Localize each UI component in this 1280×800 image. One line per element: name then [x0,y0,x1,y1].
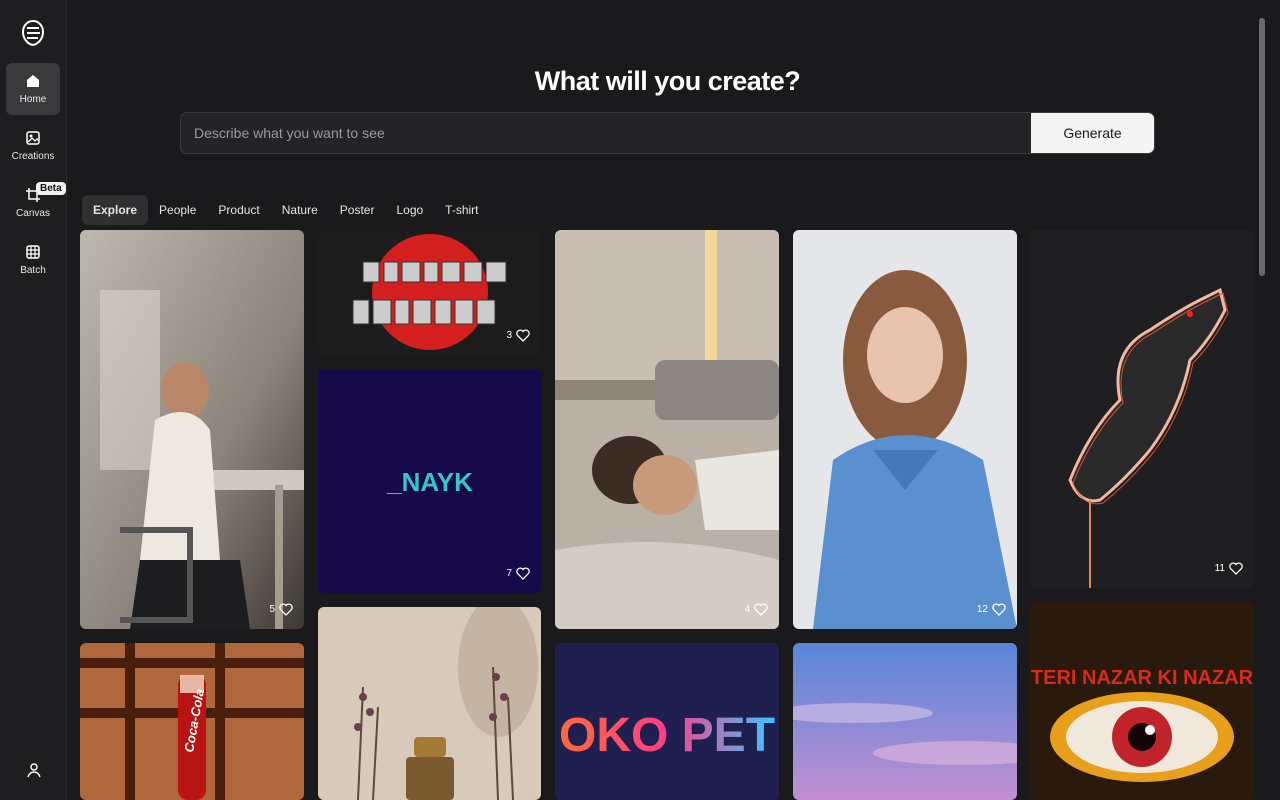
card-image: _NAYK [318,369,541,593]
sidebar-item-label: Canvas [16,208,50,219]
beta-badge: Beta [36,182,66,195]
heart-icon [516,329,530,342]
heart-icon [1229,562,1243,575]
heart-icon [992,603,1006,616]
card-image [793,230,1017,629]
like-count[interactable]: 12 [977,603,1006,616]
tab-explore[interactable]: Explore [82,195,149,225]
heart-icon [516,567,530,580]
home-icon [27,75,39,87]
sidebar-item-home[interactable]: Home [6,63,60,115]
gallery-card-nayk[interactable]: _NAYK 7 [318,369,541,593]
scrollbar-track[interactable] [1256,0,1268,800]
card-image: Coca-Cola [80,643,304,800]
gallery-card-wolf[interactable]: 11 [1030,230,1254,588]
gallery-card-coke[interactable]: Coca-Cola [80,643,304,800]
scrollbar-thumb[interactable] [1259,18,1265,276]
card-image [318,607,541,800]
sidebar: Home Creations Canvas Beta Batch [0,0,67,800]
card-image: OKO PET [555,643,779,800]
sidebar-item-label: Creations [11,151,55,162]
sidebar-item-creations[interactable]: Creations [6,120,60,172]
sidebar-item-label: Batch [20,265,46,276]
tab-logo[interactable]: Logo [385,195,434,225]
card-image [80,230,304,629]
category-tabs: Explore People Product Nature Poster Log… [82,195,490,225]
like-count[interactable]: 5 [269,603,293,616]
like-count-value: 11 [1214,563,1225,574]
gallery-card-woman-blue[interactable]: 12 [793,230,1017,629]
gallery-card-eye-poster[interactable]: TERI NAZAR KI NAZAR [1030,602,1254,800]
logo-icon[interactable] [20,19,46,47]
gallery-card-man-window[interactable]: 5 [80,230,304,629]
grid-icon [26,245,40,259]
heart-icon [754,603,768,616]
image-icon [26,131,40,145]
sidebar-item-label: Home [19,94,47,105]
like-count-value: 7 [506,568,512,579]
prompt-input[interactable] [181,113,1031,153]
user-icon[interactable] [26,762,42,778]
like-count[interactable]: 3 [506,329,530,342]
gallery-card-red-circle[interactable]: 3 [318,230,541,355]
poster-title: TERI NAZAR KI NAZAR [1031,667,1254,689]
tab-nature[interactable]: Nature [271,195,329,225]
like-count-value: 3 [506,330,512,341]
nayk-text: _NAYK [386,467,473,497]
sidebar-item-batch[interactable]: Batch [6,234,60,286]
gallery-card-purple-sky[interactable] [793,643,1017,800]
gallery-card-okopet[interactable]: OKO PET [555,643,779,800]
like-count-value: 4 [744,604,750,615]
card-image [555,230,779,629]
card-image [1030,230,1254,588]
heart-icon [279,603,293,616]
main-area: What will you create? Generate Explore P… [68,0,1268,800]
gallery-card-boy-bed[interactable]: 4 [555,230,779,629]
like-count-value: 12 [976,604,988,615]
page-title: What will you create? [534,66,801,96]
tab-people[interactable]: People [148,195,207,225]
tab-poster[interactable]: Poster [329,195,386,225]
like-count[interactable]: 4 [744,603,768,616]
like-count-value: 5 [269,604,275,615]
gallery-card-perfume[interactable] [318,607,541,800]
like-count[interactable]: 7 [506,567,530,580]
generate-button[interactable]: Generate [1031,113,1154,153]
okopet-text: OKO PET [559,709,775,762]
like-count[interactable]: 11 [1215,562,1243,575]
search-bar: Generate [180,112,1155,154]
tab-product[interactable]: Product [207,195,270,225]
card-image: TERI NAZAR KI NAZAR [1030,602,1254,800]
card-image [793,643,1017,800]
tab-tshirt[interactable]: T-shirt [434,195,489,225]
